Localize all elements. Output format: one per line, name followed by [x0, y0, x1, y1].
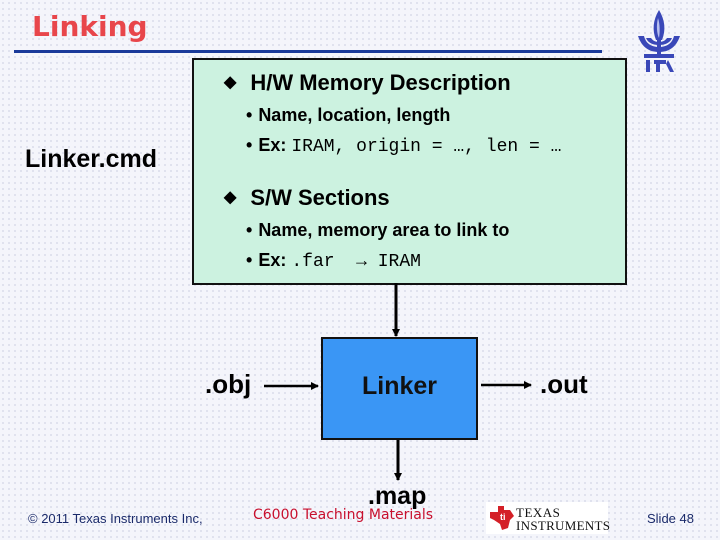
diagram-arrows — [264, 283, 532, 481]
texas-instruments-logo: ti TEXAS INSTRUMENTS — [486, 502, 611, 534]
obj-input-label: .obj — [205, 369, 252, 399]
slide-number: Slide 48 — [647, 511, 694, 526]
ti-state-icon: ti — [490, 506, 514, 530]
svg-text:ti: ti — [500, 512, 506, 522]
ti-logo-line2: INSTRUMENTS — [516, 518, 611, 533]
footer-course-title: C6000 Teaching Materials — [253, 507, 434, 523]
linker-box: Linker — [321, 337, 478, 440]
linker-label: Linker — [361, 372, 438, 400]
out-output-label: .out — [540, 369, 588, 399]
footer-copyright: © 2011 Texas Instruments Inc, — [28, 511, 203, 526]
